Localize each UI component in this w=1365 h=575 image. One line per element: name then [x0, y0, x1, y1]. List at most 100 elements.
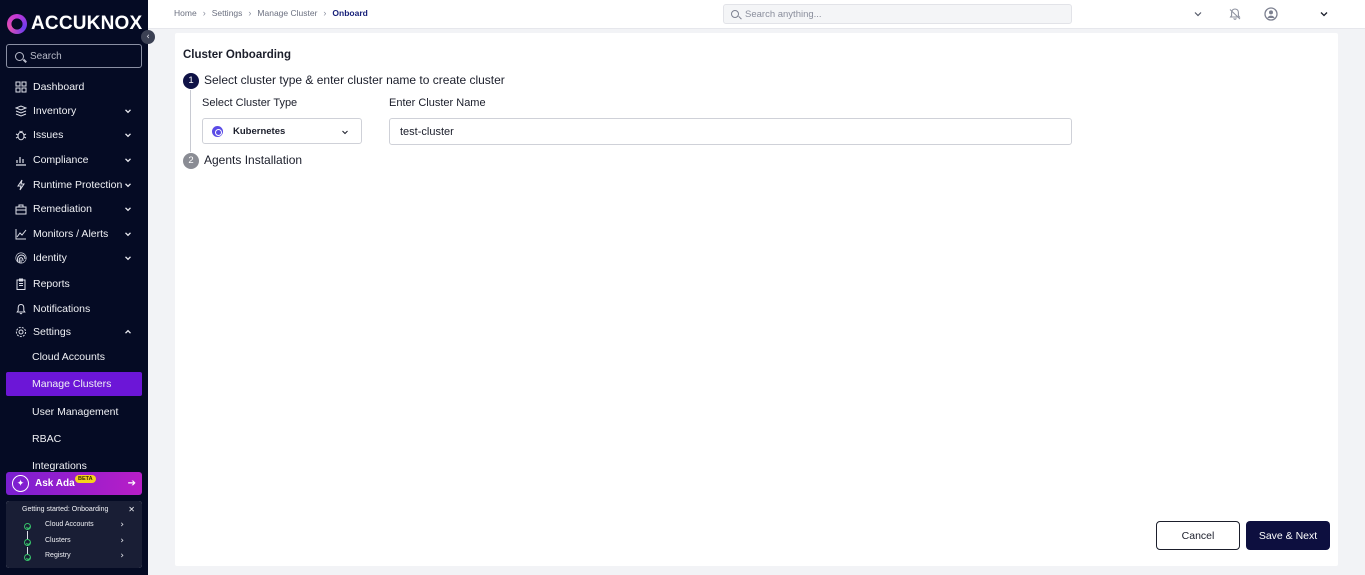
breadcrumb-home[interactable]: Home [174, 8, 197, 18]
user-avatar-icon[interactable] [1264, 7, 1278, 21]
chevron-down-icon [125, 232, 131, 237]
onboarding-step-label: Registry [45, 552, 71, 559]
logo-text: ACCUKNOX [31, 13, 143, 34]
sidebar-search[interactable] [6, 44, 142, 68]
inventory-icon [15, 105, 27, 117]
sidebar-search-input[interactable] [30, 50, 130, 62]
gear-icon [15, 326, 27, 338]
bolt-icon [15, 179, 27, 191]
cluster-onboarding-card: Cluster Onboarding 1 Select cluster type… [175, 33, 1338, 566]
chevron-down-icon [125, 158, 131, 163]
sidebar-subitem-rbac[interactable]: RBAC [6, 427, 142, 451]
step-1-title: Select cluster type & enter cluster name… [204, 73, 505, 87]
global-search[interactable] [723, 4, 1072, 24]
onboarding-panel: Getting started: Onboarding ✕ Cloud Acco… [6, 501, 142, 568]
sidebar-item-label: Reports [33, 278, 70, 290]
sidebar-subitem-label: User Management [32, 406, 119, 418]
clipboard-icon [15, 278, 27, 290]
sidebar-subitem-label: Integrations [32, 460, 87, 472]
chevron-down-icon [125, 256, 131, 261]
page-title: Cluster Onboarding [183, 49, 291, 61]
close-icon[interactable]: ✕ [128, 505, 135, 514]
top-bar: Home › Settings › Manage Cluster › Onboa… [148, 0, 1365, 29]
cluster-type-select[interactable]: Kubernetes [202, 118, 362, 144]
bell-icon [15, 303, 27, 315]
toolbox-icon [15, 203, 27, 215]
sidebar-subitem-cloud-accounts[interactable]: Cloud Accounts [6, 345, 142, 369]
check-circle-icon [24, 539, 31, 546]
ask-ada-label: Ask Ada [35, 478, 75, 489]
search-icon [731, 10, 739, 18]
notification-bell-icon[interactable] [1228, 7, 1242, 21]
chevron-right-icon: › [202, 8, 206, 18]
step-2-number: 2 [183, 153, 199, 169]
chevron-down-icon [125, 109, 131, 114]
sidebar-item-compliance[interactable]: Compliance [0, 150, 148, 170]
check-circle-icon [24, 554, 31, 561]
chevron-down-icon [125, 207, 131, 212]
sidebar-item-dashboard[interactable]: Dashboard [0, 77, 148, 97]
sidebar-item-label: Monitors / Alerts [33, 228, 109, 240]
ask-ada-button[interactable]: ✦ Ask Ada BETA ➔ [6, 472, 142, 495]
sidebar-subitem-label: Manage Clusters [32, 378, 112, 390]
chevron-down-icon [125, 133, 131, 138]
sidebar-item-settings[interactable]: Settings [0, 322, 148, 342]
sidebar-item-inventory[interactable]: Inventory [0, 101, 148, 121]
chevron-down-icon[interactable] [1193, 9, 1203, 19]
search-icon [15, 51, 24, 61]
breadcrumb-current: Onboard [332, 8, 368, 18]
sidebar-subitem-label: RBAC [32, 433, 62, 445]
breadcrumb-settings[interactable]: Settings [212, 8, 243, 18]
chevron-down-icon [342, 130, 348, 135]
sidebar-item-label: Settings [33, 326, 71, 338]
cluster-name-label: Enter Cluster Name [389, 97, 486, 109]
save-next-button[interactable]: Save & Next [1246, 521, 1330, 550]
sidebar-item-label: Runtime Protection [33, 179, 123, 191]
global-search-input[interactable] [745, 8, 1045, 20]
sidebar-subitem-label: Cloud Accounts [32, 351, 105, 363]
step-1-number: 1 [183, 73, 199, 89]
sidebar-item-label: Remediation [33, 203, 92, 215]
dashboard-icon [15, 81, 27, 93]
bug-icon [15, 129, 27, 141]
chevron-right-icon: › [323, 8, 327, 18]
kubernetes-icon [212, 126, 223, 137]
chart-icon [15, 154, 27, 166]
fingerprint-icon [15, 252, 27, 264]
sidebar-item-notifications[interactable]: Notifications [0, 299, 148, 319]
breadcrumb-manage-cluster[interactable]: Manage Cluster [257, 8, 317, 18]
cancel-button[interactable]: Cancel [1156, 521, 1240, 550]
logo[interactable]: ACCUKNOX [7, 13, 142, 35]
sidebar-item-remediation[interactable]: Remediation [0, 199, 148, 219]
sidebar-item-label: Compliance [33, 154, 89, 166]
cluster-type-value: Kubernetes [233, 125, 286, 137]
sidebar-subitem-manage-clusters[interactable]: Manage Clusters [6, 372, 142, 396]
logo-icon [7, 14, 27, 34]
arrow-right-icon: ➔ [127, 478, 136, 489]
breadcrumb: Home › Settings › Manage Cluster › Onboa… [174, 8, 368, 18]
onboarding-title: Getting started: Onboarding [22, 506, 109, 513]
step-2-title: Agents Installation [204, 153, 303, 167]
sidebar-item-issues[interactable]: Issues [0, 125, 148, 145]
step-connector [190, 90, 191, 152]
onboarding-step-label: Cloud Accounts [45, 521, 94, 528]
collapse-sidebar-button[interactable]: ‹ [141, 30, 155, 44]
sidebar-subitem-user-management[interactable]: User Management [6, 400, 142, 424]
sidebar-item-monitors-alerts[interactable]: Monitors / Alerts [0, 224, 148, 244]
sidebar-item-label: Issues [33, 129, 64, 141]
line-chart-icon [15, 228, 27, 240]
beta-badge: BETA [75, 475, 96, 483]
sidebar-item-label: Notifications [33, 303, 91, 315]
chevron-right-icon: › [120, 520, 124, 530]
sidebar-item-runtime-protection[interactable]: Runtime Protection [0, 175, 148, 195]
sidebar-item-reports[interactable]: Reports [0, 274, 148, 294]
chevron-right-icon: › [120, 536, 124, 546]
sidebar-item-label: Inventory [33, 105, 77, 117]
sidebar-item-identity[interactable]: Identity [0, 248, 148, 268]
check-circle-icon [24, 523, 31, 530]
cluster-name-input[interactable] [389, 118, 1072, 145]
onboarding-step[interactable]: Registry › [6, 551, 142, 565]
cluster-type-label: Select Cluster Type [202, 97, 298, 109]
onboarding-step-label: Clusters [45, 537, 71, 544]
chevron-down-icon[interactable] [1319, 9, 1329, 19]
